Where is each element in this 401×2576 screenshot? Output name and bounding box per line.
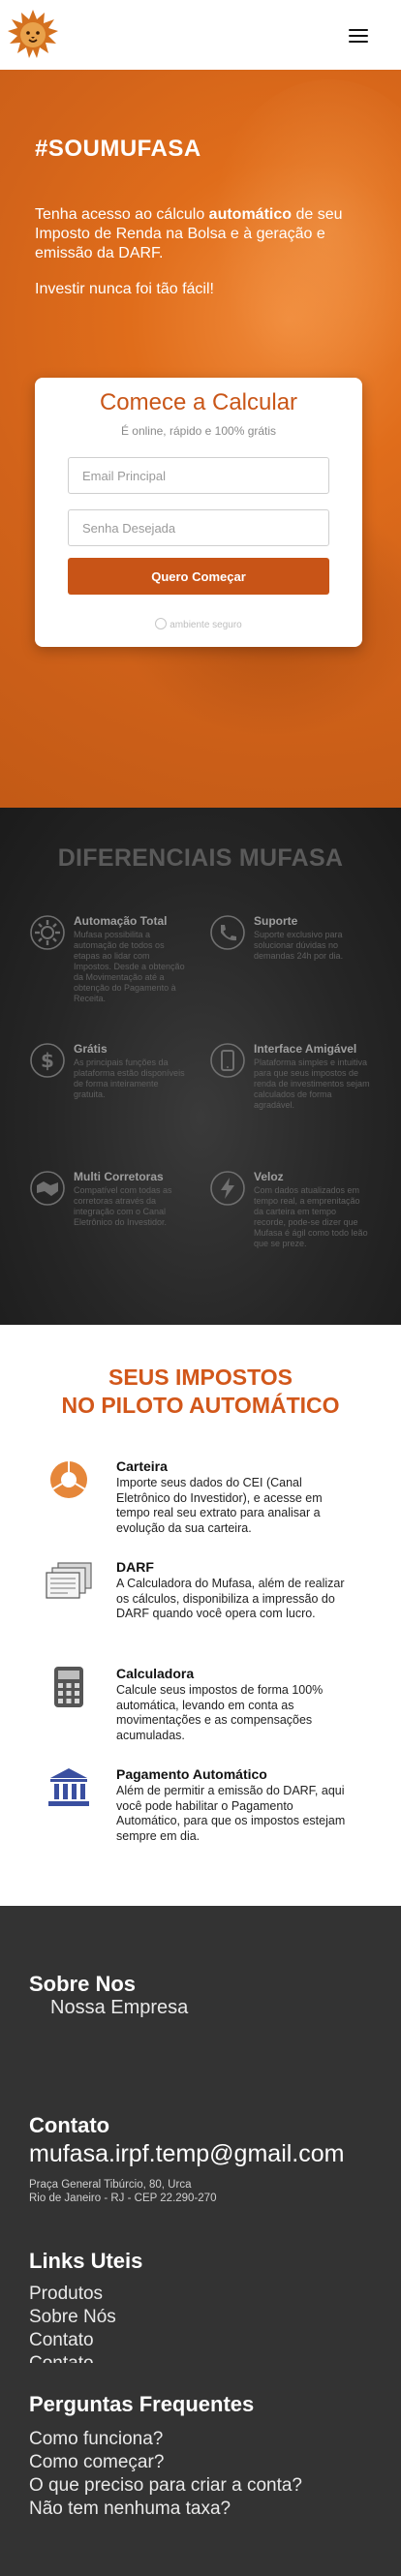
hamburger-icon[interactable]: [349, 29, 368, 43]
bank-icon: [48, 1768, 89, 1806]
phone-support-icon: [210, 915, 245, 950]
mufasa-lion-logo[interactable]: [8, 10, 58, 60]
footer-link-contact[interactable]: Contato: [29, 2330, 94, 2351]
email-field[interactable]: [68, 457, 329, 494]
handshake-icon: [30, 1171, 65, 1206]
differentials-title: DIFERENCIAIS MUFASA: [57, 844, 344, 872]
footer: Sobre Nos Nossa Empresa Contato mufasa.i…: [0, 1906, 401, 2576]
taxes-section: SEUS IMPOSTOS NO PILOTO AUTOMÁTICO Cartei…: [0, 1325, 401, 1906]
faq-no-fees[interactable]: Não tem nenhuma taxa?: [29, 2499, 231, 2520]
hero-section: #SOUMUFASA Tenha acesso ao cálculo autom…: [0, 70, 401, 808]
address-line-1: Praça General Tibúrcio, 80, Urca: [29, 2179, 192, 2191]
address-line-2: Rio de Janeiro - RJ - CEP 22.290-270: [29, 2193, 217, 2204]
shield-icon: [155, 618, 168, 629]
password-field[interactable]: [68, 509, 329, 546]
hero-description: Tenha acesso ao cálculo automático de se…: [35, 206, 343, 261]
faq-how-to-start[interactable]: Como começar?: [29, 2452, 164, 2473]
hero-tagline: Investir nunca foi tão fácil!: [35, 281, 214, 297]
faq-account-requirements[interactable]: O que preciso para criar a conta?: [29, 2475, 302, 2497]
lightning-icon: [210, 1171, 245, 1206]
footer-link-about[interactable]: Sobre Nós: [29, 2307, 116, 2328]
footer-link-products[interactable]: Produtos: [29, 2284, 103, 2305]
signup-subtitle: É online, rápido e 100% grátis: [120, 424, 277, 438]
pie-chart-icon: [50, 1461, 87, 1498]
secure-badge: ambiente seguro: [35, 618, 362, 630]
top-navbar: [0, 0, 401, 70]
differentials-section: DIFERENCIAIS MUFASA Automação Total Mufa…: [0, 808, 401, 1325]
mobile-icon: [210, 1043, 245, 1078]
dollar-icon: $: [30, 1043, 65, 1078]
about-heading: Sobre Nos: [29, 1972, 137, 1996]
hero-hashtag: #SOUMUFASA: [35, 136, 201, 162]
faq-heading: Perguntas Frequentes: [29, 2392, 255, 2416]
footer-link-contact-2[interactable]: Contato: [29, 2353, 94, 2363]
svg-text:$: $: [41, 1049, 54, 1072]
gear-icon: [30, 915, 65, 950]
signup-title: Comece a Calcular: [99, 389, 298, 415]
contact-email[interactable]: mufasa.irpf.temp@gmail.com: [29, 2140, 344, 2168]
faq-how-it-works[interactable]: Como funciona?: [29, 2429, 163, 2450]
contact-heading: Contato: [29, 2113, 110, 2137]
taxes-title: SEUS IMPOSTOS NO PILOTO AUTOMÁTICO: [61, 1365, 340, 1418]
links-heading: Links Uteis: [29, 2249, 143, 2273]
start-button[interactable]: Quero Começar: [68, 558, 329, 595]
about-link[interactable]: Nossa Empresa: [50, 1997, 188, 2019]
documents-icon: [46, 1562, 92, 1599]
signup-card: Comece a Calcular É online, rápido e 100…: [35, 378, 362, 647]
calculator-icon: [54, 1667, 83, 1707]
